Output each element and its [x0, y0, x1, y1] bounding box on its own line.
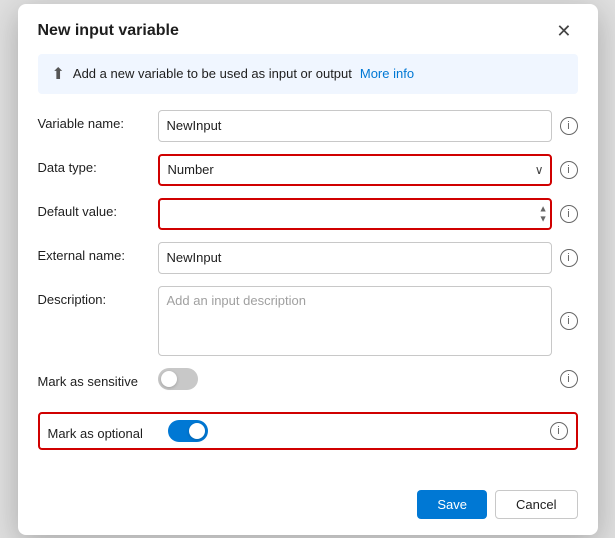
- external-name-info-icon[interactable]: i: [560, 249, 578, 267]
- mark-optional-row: Mark as optional i: [38, 412, 578, 450]
- cancel-button[interactable]: Cancel: [495, 490, 577, 519]
- default-value-spinbox-wrap: ▲ ▼: [158, 198, 552, 230]
- spin-up-icon[interactable]: ▲: [539, 204, 548, 213]
- data-type-label: Data type:: [38, 154, 158, 175]
- variable-name-control: i: [158, 110, 578, 142]
- mark-sensitive-toggle[interactable]: [158, 368, 198, 390]
- form-body: Variable name: i Data type: Number Text …: [18, 110, 598, 478]
- spin-down-icon[interactable]: ▼: [539, 214, 548, 223]
- data-type-control: Number Text Boolean Date List ∨ i: [158, 154, 578, 186]
- data-type-info-icon[interactable]: i: [560, 161, 578, 179]
- data-type-row: Data type: Number Text Boolean Date List…: [38, 154, 578, 186]
- default-value-info-icon[interactable]: i: [560, 205, 578, 223]
- dialog-footer: Save Cancel: [18, 478, 598, 535]
- banner-text: Add a new variable to be used as input o…: [73, 66, 352, 81]
- dialog-header: New input variable ✕: [18, 4, 598, 54]
- mark-sensitive-toggle-wrap: [158, 368, 198, 390]
- save-button[interactable]: Save: [417, 490, 487, 519]
- mark-sensitive-label: Mark as sensitive: [38, 368, 158, 389]
- mark-optional-toggle[interactable]: [168, 420, 208, 442]
- description-info-icon[interactable]: i: [560, 312, 578, 330]
- new-input-variable-dialog: New input variable ✕ ⬆ Add a new variabl…: [18, 4, 598, 535]
- description-textarea[interactable]: [158, 286, 552, 356]
- variable-name-row: Variable name: i: [38, 110, 578, 142]
- more-info-link[interactable]: More info: [360, 66, 414, 81]
- close-button[interactable]: ✕: [550, 20, 577, 42]
- variable-name-input[interactable]: [158, 110, 552, 142]
- data-type-select-wrap: Number Text Boolean Date List ∨: [158, 154, 552, 186]
- default-value-row: Default value: ▲ ▼ i: [38, 198, 578, 230]
- description-label: Description:: [38, 286, 158, 307]
- toggle-slider-optional: [168, 420, 208, 442]
- mark-optional-control: i: [168, 420, 568, 442]
- data-type-select[interactable]: Number Text Boolean Date List: [158, 154, 552, 186]
- dialog-title: New input variable: [38, 22, 179, 40]
- mark-optional-toggle-wrap: [168, 420, 208, 442]
- default-value-control: ▲ ▼ i: [158, 198, 578, 230]
- mark-optional-label: Mark as optional: [48, 420, 168, 441]
- external-name-control: i: [158, 242, 578, 274]
- default-value-input[interactable]: [158, 198, 552, 230]
- toggle-slider: [158, 368, 198, 390]
- mark-optional-info-icon[interactable]: i: [550, 422, 568, 440]
- info-banner: ⬆ Add a new variable to be used as input…: [38, 54, 578, 94]
- mark-sensitive-row: Mark as sensitive i: [38, 368, 578, 400]
- upload-icon: ⬆: [52, 64, 65, 84]
- variable-name-info-icon[interactable]: i: [560, 117, 578, 135]
- external-name-row: External name: i: [38, 242, 578, 274]
- default-value-label: Default value:: [38, 198, 158, 219]
- mark-sensitive-info-icon[interactable]: i: [560, 370, 578, 388]
- external-name-label: External name:: [38, 242, 158, 263]
- external-name-input[interactable]: [158, 242, 552, 274]
- description-row: Description: i: [38, 286, 578, 356]
- spinbox-arrows: ▲ ▼: [539, 204, 548, 223]
- variable-name-label: Variable name:: [38, 110, 158, 131]
- description-control: i: [158, 286, 578, 356]
- mark-sensitive-control: i: [158, 368, 578, 390]
